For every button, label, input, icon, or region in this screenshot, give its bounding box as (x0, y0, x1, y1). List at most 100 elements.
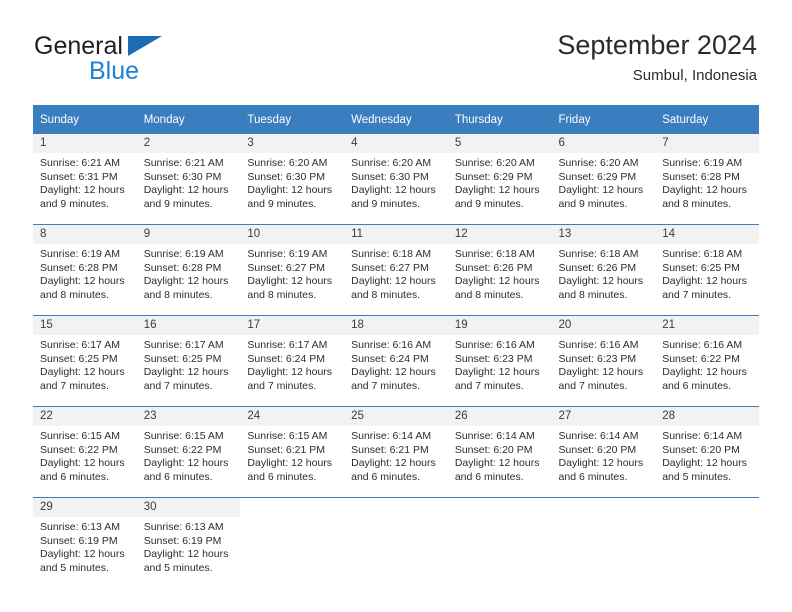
calendar-day-cell[interactable]: 18 Sunrise: 6:16 AM Sunset: 6:24 PM Dayligh… (344, 315, 448, 407)
day-number: 24 (240, 407, 345, 426)
calendar-day-cell[interactable]: 20 Sunrise: 6:16 AM Sunset: 6:23 PM Dayligh… (551, 315, 656, 407)
daylight-text-line2: and 5 minutes. (40, 561, 109, 574)
weekday-header-sunday: Sunday (33, 105, 137, 134)
sunset-text: Sunset: 6:29 PM (558, 170, 637, 183)
calendar-day-cell[interactable]: 5 Sunrise: 6:20 AM Sunset: 6:29 PM Daylight… (447, 134, 552, 225)
daylight-text-line2: and 8 minutes. (40, 288, 109, 301)
day-number: 11 (344, 225, 448, 244)
calendar-day-cell[interactable]: 30 Sunrise: 6:13 AM Sunset: 6:19 PM Dayligh… (136, 497, 241, 588)
daylight-text-line1: Daylight: 12 hours (558, 457, 644, 470)
daylight-text-line1: Daylight: 12 hours (40, 548, 125, 561)
day-number: 10 (240, 225, 345, 244)
sunrise-text: Sunrise: 6:17 AM (143, 339, 224, 351)
daylight-text-line1: Daylight: 12 hours (662, 184, 747, 197)
calendar-day-cell-empty (655, 497, 759, 588)
sunset-text: Sunset: 6:30 PM (247, 170, 326, 183)
calendar-day-cell[interactable]: 21 Sunrise: 6:16 AM Sunset: 6:22 PM Dayligh… (655, 315, 759, 407)
blue-triangle-flag-icon (128, 36, 162, 56)
daylight-text-line1: Daylight: 12 hours (143, 366, 229, 379)
sunset-text: Sunset: 6:19 PM (143, 534, 222, 547)
daylight-text-line1: Daylight: 12 hours (351, 366, 436, 379)
calendar-day-cell[interactable]: 14 Sunrise: 6:18 AM Sunset: 6:25 PM Dayligh… (655, 224, 759, 316)
daylight-text-line2: and 6 minutes. (247, 470, 317, 483)
calendar-day-cell[interactable]: 22 Sunrise: 6:15 AM Sunset: 6:22 PM Dayligh… (33, 406, 137, 498)
daylight-text-line2: and 9 minutes. (351, 197, 420, 210)
day-number: 16 (136, 316, 241, 335)
day-details: Sunrise: 6:20 AM Sunset: 6:30 PM Daylight:… (240, 153, 344, 211)
day-details: Sunrise: 6:16 AM Sunset: 6:23 PM Daylight:… (552, 335, 656, 393)
daylight-text-line1: Daylight: 12 hours (662, 275, 747, 288)
sunset-text: Sunset: 6:23 PM (558, 352, 637, 365)
calendar-day-cell[interactable]: 26 Sunrise: 6:14 AM Sunset: 6:20 PM Dayligh… (447, 406, 552, 498)
sunset-text: Sunset: 6:24 PM (351, 352, 429, 365)
calendar-day-cell[interactable]: 11 Sunrise: 6:18 AM Sunset: 6:27 PM Dayligh… (344, 224, 448, 316)
day-details: Sunrise: 6:17 AM Sunset: 6:24 PM Daylight:… (240, 335, 344, 393)
daylight-text-line2: and 5 minutes. (662, 470, 732, 483)
day-number: 9 (136, 225, 241, 244)
sunset-text: Sunset: 6:25 PM (40, 352, 118, 365)
daylight-text-line2: and 7 minutes. (143, 379, 213, 392)
calendar-day-cell[interactable]: 2 Sunrise: 6:21 AM Sunset: 6:30 PM Daylight… (136, 134, 241, 225)
daylight-text-line1: Daylight: 12 hours (558, 184, 644, 197)
day-number: 8 (33, 225, 137, 244)
sunset-text: Sunset: 6:20 PM (454, 443, 533, 456)
calendar-day-cell[interactable]: 17 Sunrise: 6:17 AM Sunset: 6:24 PM Dayligh… (240, 315, 345, 407)
calendar-day-cell[interactable]: 4 Sunrise: 6:20 AM Sunset: 6:30 PM Daylight… (344, 134, 448, 225)
calendar-week-row: 22 Sunrise: 6:15 AM Sunset: 6:22 PM Dayligh… (33, 406, 759, 498)
day-number (240, 498, 344, 517)
weekday-header-thursday: Thursday (447, 105, 552, 134)
day-number: 28 (655, 407, 759, 426)
calendar-day-cell[interactable]: 13 Sunrise: 6:18 AM Sunset: 6:26 PM Dayligh… (551, 224, 656, 316)
day-details (655, 517, 759, 521)
calendar-day-cell[interactable]: 16 Sunrise: 6:17 AM Sunset: 6:25 PM Dayligh… (136, 315, 241, 407)
calendar-day-cell[interactable]: 1 Sunrise: 6:21 AM Sunset: 6:31 PM Daylight… (33, 134, 137, 225)
day-details: Sunrise: 6:19 AM Sunset: 6:27 PM Daylight:… (240, 244, 344, 302)
daylight-text-line1: Daylight: 12 hours (143, 275, 229, 288)
daylight-text-line1: Daylight: 12 hours (40, 366, 125, 379)
calendar-day-cell[interactable]: 9 Sunrise: 6:19 AM Sunset: 6:28 PM Daylight… (136, 224, 241, 316)
sunrise-text: Sunrise: 6:15 AM (247, 430, 328, 442)
daylight-text-line2: and 6 minutes. (40, 470, 109, 483)
calendar-day-cell[interactable]: 15 Sunrise: 6:17 AM Sunset: 6:25 PM Dayligh… (33, 315, 137, 407)
calendar-day-cell[interactable]: 10 Sunrise: 6:19 AM Sunset: 6:27 PM Dayligh… (240, 224, 345, 316)
calendar-day-cell[interactable]: 6 Sunrise: 6:20 AM Sunset: 6:29 PM Daylight… (551, 134, 656, 225)
day-number: 14 (655, 225, 759, 244)
calendar-table: Sunday Monday Tuesday Wednesday Thursday… (33, 105, 759, 588)
calendar-day-cell[interactable]: 7 Sunrise: 6:19 AM Sunset: 6:28 PM Daylight… (655, 134, 759, 225)
daylight-text-line2: and 9 minutes. (143, 197, 213, 210)
day-number: 23 (136, 407, 241, 426)
day-number: 30 (136, 498, 241, 517)
sunrise-text: Sunrise: 6:19 AM (662, 157, 743, 169)
day-number: 19 (447, 316, 552, 335)
day-details: Sunrise: 6:21 AM Sunset: 6:31 PM Daylight:… (33, 153, 137, 211)
daylight-text-line2: and 8 minutes. (662, 197, 732, 210)
calendar-day-cell[interactable]: 27 Sunrise: 6:14 AM Sunset: 6:20 PM Dayligh… (551, 406, 656, 498)
calendar-day-cell[interactable]: 8 Sunrise: 6:19 AM Sunset: 6:28 PM Daylight… (33, 224, 137, 316)
calendar-day-cell[interactable]: 12 Sunrise: 6:18 AM Sunset: 6:26 PM Dayligh… (447, 224, 552, 316)
day-number: 27 (551, 407, 656, 426)
sunset-text: Sunset: 6:21 PM (351, 443, 429, 456)
day-number: 18 (344, 316, 448, 335)
day-details: Sunrise: 6:20 AM Sunset: 6:30 PM Daylight:… (344, 153, 448, 211)
daylight-text-line2: and 9 minutes. (558, 197, 628, 210)
calendar-day-cell[interactable]: 28 Sunrise: 6:14 AM Sunset: 6:20 PM Dayligh… (655, 406, 759, 498)
calendar-day-cell[interactable]: 24 Sunrise: 6:15 AM Sunset: 6:21 PM Dayligh… (240, 406, 345, 498)
day-details: Sunrise: 6:20 AM Sunset: 6:29 PM Daylight:… (552, 153, 656, 211)
day-details (344, 517, 448, 521)
day-number: 6 (551, 134, 656, 153)
calendar-day-cell[interactable]: 29 Sunrise: 6:13 AM Sunset: 6:19 PM Dayligh… (33, 497, 137, 588)
general-blue-logo[interactable]: General Blue (34, 32, 274, 88)
daylight-text-line2: and 9 minutes. (40, 197, 109, 210)
calendar-day-cell-empty (240, 497, 345, 588)
sunrise-text: Sunrise: 6:20 AM (454, 157, 535, 169)
calendar-day-cell[interactable]: 25 Sunrise: 6:14 AM Sunset: 6:21 PM Dayligh… (344, 406, 448, 498)
calendar-page: General Blue September 2024 Sumbul, Indo… (0, 0, 792, 612)
calendar-day-cell[interactable]: 19 Sunrise: 6:16 AM Sunset: 6:23 PM Dayligh… (447, 315, 552, 407)
sunrise-text: Sunrise: 6:19 AM (40, 248, 120, 260)
daylight-text-line2: and 6 minutes. (662, 379, 732, 392)
calendar-day-cell[interactable]: 3 Sunrise: 6:20 AM Sunset: 6:30 PM Daylight… (240, 134, 345, 225)
calendar-day-cell[interactable]: 23 Sunrise: 6:15 AM Sunset: 6:22 PM Dayligh… (136, 406, 241, 498)
sunrise-text: Sunrise: 6:21 AM (40, 157, 120, 169)
day-details: Sunrise: 6:18 AM Sunset: 6:27 PM Daylight:… (344, 244, 448, 302)
daylight-text-line2: and 9 minutes. (454, 197, 524, 210)
